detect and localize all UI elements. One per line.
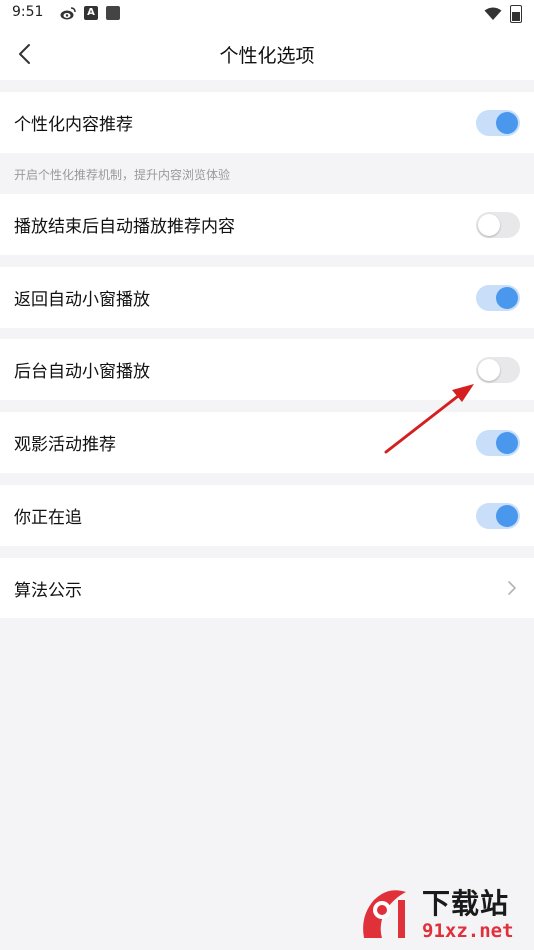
toggle-knob: [496, 504, 518, 527]
wifi-icon: [484, 7, 502, 20]
setting-row-algorithm-disclosure[interactable]: 算法公示: [0, 558, 534, 618]
setting-label: 算法公示: [14, 580, 82, 601]
setting-label: 个性化内容推荐: [14, 115, 133, 135]
setting-row-movie-activity[interactable]: 观影活动推荐: [0, 412, 534, 473]
status-right-icons: [484, 5, 522, 23]
watermark-domain: 91xz.net: [422, 920, 514, 942]
toggle-knob: [496, 111, 518, 134]
watermark: 下载站 91xz.net: [358, 882, 528, 948]
movie-activity-toggle[interactable]: [476, 429, 520, 456]
header: 个性化选项: [0, 28, 534, 80]
setting-row-following[interactable]: 你正在追: [0, 485, 534, 546]
square-icon: [106, 6, 120, 20]
personalized-recommendation-toggle[interactable]: [476, 109, 520, 136]
status-bar: 9:51 A: [0, 0, 534, 28]
battery-icon: [510, 5, 522, 23]
setting-label: 观影活动推荐: [14, 435, 116, 455]
a-icon: A: [84, 6, 98, 20]
setting-label: 播放结束后自动播放推荐内容: [14, 217, 235, 237]
status-left-icons: A: [60, 6, 120, 20]
setting-row-personalized-recommendation[interactable]: 个性化内容推荐: [0, 92, 534, 153]
weibo-icon: [60, 7, 76, 20]
watermark-chinese: 下载站: [422, 887, 510, 920]
chevron-right-icon: [508, 581, 516, 595]
setting-row-background-mini-window[interactable]: 后台自动小窗播放: [0, 339, 534, 400]
status-time: 9:51: [12, 4, 44, 20]
return-mini-window-toggle[interactable]: [476, 284, 520, 311]
setting-row-return-mini-window[interactable]: 返回自动小窗播放: [0, 267, 534, 328]
toggle-knob: [496, 431, 518, 454]
setting-label: 你正在追: [14, 508, 82, 528]
toggle-knob: [478, 358, 500, 381]
setting-label: 返回自动小窗播放: [14, 290, 150, 310]
background-mini-window-toggle[interactable]: [476, 356, 520, 383]
toggle-knob: [478, 213, 500, 236]
page-title: 个性化选项: [219, 45, 315, 67]
toggle-knob: [496, 286, 518, 309]
91-logo-icon: [363, 890, 406, 938]
setting-label: 后台自动小窗播放: [14, 362, 150, 382]
recommendation-hint: 开启个性化推荐机制，提升内容浏览体验: [14, 168, 231, 182]
following-toggle[interactable]: [476, 502, 520, 529]
setting-row-autoplay-after-end[interactable]: 播放结束后自动播放推荐内容: [0, 194, 534, 255]
autoplay-after-end-toggle[interactable]: [476, 211, 520, 238]
